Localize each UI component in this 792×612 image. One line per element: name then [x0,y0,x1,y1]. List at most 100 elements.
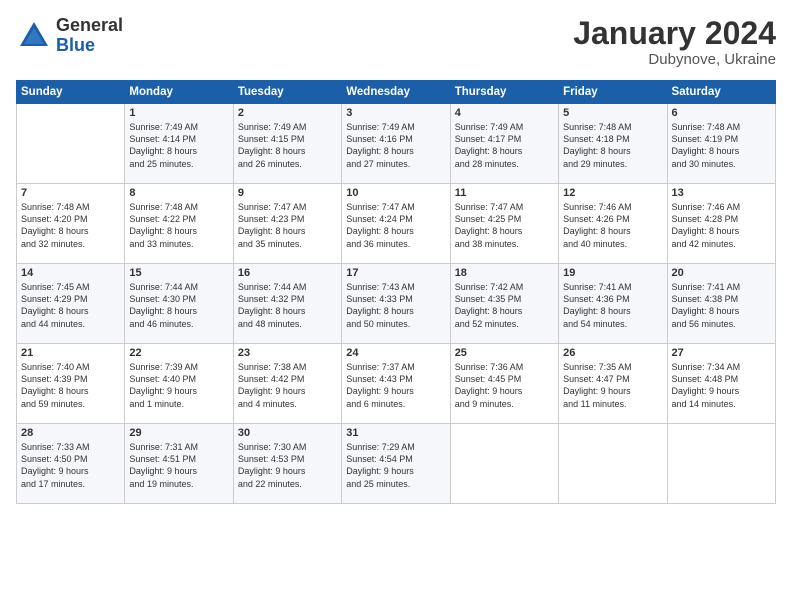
calendar-cell: 16 Sunrise: 7:44 AM Sunset: 4:32 PM Dayli… [233,264,341,344]
day-info: Sunrise: 7:34 AM Sunset: 4:48 PM Dayligh… [672,361,771,410]
calendar-cell: 1 Sunrise: 7:49 AM Sunset: 4:14 PM Daylig… [125,104,233,184]
header-row: SundayMondayTuesdayWednesdayThursdayFrid… [17,81,776,104]
day-number: 17 [346,267,445,279]
calendar-cell: 24 Sunrise: 7:37 AM Sunset: 4:43 PM Dayli… [342,344,450,424]
day-info: Sunrise: 7:30 AM Sunset: 4:53 PM Dayligh… [238,441,337,490]
header: General Blue January 2024 Dubynove, Ukra… [16,16,776,68]
day-number: 19 [563,267,662,279]
day-number: 26 [563,347,662,359]
calendar-cell [559,424,667,504]
weekday-header: Friday [559,81,667,104]
calendar-cell: 17 Sunrise: 7:43 AM Sunset: 4:33 PM Dayli… [342,264,450,344]
day-number: 15 [129,267,228,279]
day-info: Sunrise: 7:31 AM Sunset: 4:51 PM Dayligh… [129,441,228,490]
day-info: Sunrise: 7:40 AM Sunset: 4:39 PM Dayligh… [21,361,120,410]
calendar-week-row: 1 Sunrise: 7:49 AM Sunset: 4:14 PM Daylig… [17,104,776,184]
calendar-cell: 30 Sunrise: 7:30 AM Sunset: 4:53 PM Dayli… [233,424,341,504]
day-info: Sunrise: 7:29 AM Sunset: 4:54 PM Dayligh… [346,441,445,490]
month-title: January 2024 [573,16,776,51]
calendar-cell: 22Sunrise: 7:39 AM Sunset: 4:40 PM Dayli… [125,344,233,424]
calendar-cell: 26 Sunrise: 7:35 AM Sunset: 4:47 PM Dayli… [559,344,667,424]
location: Dubynove, Ukraine [573,51,776,68]
day-info: Sunrise: 7:44 AM Sunset: 4:32 PM Dayligh… [238,281,337,330]
logo-general-text: General [56,16,123,36]
weekday-header: Tuesday [233,81,341,104]
day-info: Sunrise: 7:49 AM Sunset: 4:17 PM Dayligh… [455,121,554,170]
calendar-cell: 25Sunrise: 7:36 AM Sunset: 4:45 PM Dayli… [450,344,558,424]
day-info: Sunrise: 7:42 AM Sunset: 4:35 PM Dayligh… [455,281,554,330]
day-info: Sunrise: 7:49 AM Sunset: 4:16 PM Dayligh… [346,121,445,170]
day-number: 7 [21,187,120,199]
day-info: Sunrise: 7:48 AM Sunset: 4:20 PM Dayligh… [21,201,120,250]
weekday-header: Monday [125,81,233,104]
day-number: 29 [129,427,228,439]
calendar-cell [450,424,558,504]
calendar-cell: 15 Sunrise: 7:44 AM Sunset: 4:30 PM Dayli… [125,264,233,344]
day-number: 16 [238,267,337,279]
day-number: 10 [346,187,445,199]
calendar-cell: 13Sunrise: 7:46 AM Sunset: 4:28 PM Dayli… [667,184,775,264]
calendar-cell: 4 Sunrise: 7:49 AM Sunset: 4:17 PM Daylig… [450,104,558,184]
day-number: 30 [238,427,337,439]
day-info: Sunrise: 7:39 AM Sunset: 4:40 PM Dayligh… [129,361,228,410]
day-number: 27 [672,347,771,359]
day-info: Sunrise: 7:49 AM Sunset: 4:14 PM Dayligh… [129,121,228,170]
weekday-header: Saturday [667,81,775,104]
day-number: 24 [346,347,445,359]
calendar-cell: 28Sunrise: 7:33 AM Sunset: 4:50 PM Dayli… [17,424,125,504]
day-number: 25 [455,347,554,359]
calendar-week-row: 7 Sunrise: 7:48 AM Sunset: 4:20 PM Daylig… [17,184,776,264]
calendar-cell: 12Sunrise: 7:46 AM Sunset: 4:26 PM Dayli… [559,184,667,264]
page-container: General Blue January 2024 Dubynove, Ukra… [0,0,792,512]
day-number: 13 [672,187,771,199]
day-info: Sunrise: 7:48 AM Sunset: 4:22 PM Dayligh… [129,201,228,250]
calendar-cell: 18 Sunrise: 7:42 AM Sunset: 4:35 PM Dayli… [450,264,558,344]
weekday-header: Thursday [450,81,558,104]
calendar-table: SundayMondayTuesdayWednesdayThursdayFrid… [16,80,776,504]
calendar-cell [17,104,125,184]
calendar-cell: 19Sunrise: 7:41 AM Sunset: 4:36 PM Dayli… [559,264,667,344]
day-info: Sunrise: 7:37 AM Sunset: 4:43 PM Dayligh… [346,361,445,410]
day-number: 5 [563,107,662,119]
calendar-week-row: 21 Sunrise: 7:40 AM Sunset: 4:39 PM Dayli… [17,344,776,424]
calendar-cell: 21 Sunrise: 7:40 AM Sunset: 4:39 PM Dayli… [17,344,125,424]
day-info: Sunrise: 7:43 AM Sunset: 4:33 PM Dayligh… [346,281,445,330]
day-number: 8 [129,187,228,199]
day-number: 6 [672,107,771,119]
day-number: 31 [346,427,445,439]
weekday-header: Wednesday [342,81,450,104]
day-number: 20 [672,267,771,279]
day-info: Sunrise: 7:47 AM Sunset: 4:25 PM Dayligh… [455,201,554,250]
day-info: Sunrise: 7:49 AM Sunset: 4:15 PM Dayligh… [238,121,337,170]
logo: General Blue [16,16,123,56]
day-number: 11 [455,187,554,199]
title-area: January 2024 Dubynove, Ukraine [573,16,776,68]
day-number: 2 [238,107,337,119]
logo-text: General Blue [56,16,123,56]
day-number: 23 [238,347,337,359]
calendar-cell: 10Sunrise: 7:47 AM Sunset: 4:24 PM Dayli… [342,184,450,264]
calendar-cell: 8 Sunrise: 7:48 AM Sunset: 4:22 PM Daylig… [125,184,233,264]
calendar-cell: 9Sunrise: 7:47 AM Sunset: 4:23 PM Daylig… [233,184,341,264]
calendar-cell: 7 Sunrise: 7:48 AM Sunset: 4:20 PM Daylig… [17,184,125,264]
calendar-week-row: 14Sunrise: 7:45 AM Sunset: 4:29 PM Dayli… [17,264,776,344]
day-number: 1 [129,107,228,119]
logo-icon [16,18,52,54]
day-number: 28 [21,427,120,439]
day-info: Sunrise: 7:48 AM Sunset: 4:19 PM Dayligh… [672,121,771,170]
day-info: Sunrise: 7:35 AM Sunset: 4:47 PM Dayligh… [563,361,662,410]
calendar-cell: 3Sunrise: 7:49 AM Sunset: 4:16 PM Daylig… [342,104,450,184]
calendar-cell: 23Sunrise: 7:38 AM Sunset: 4:42 PM Dayli… [233,344,341,424]
calendar-week-row: 28Sunrise: 7:33 AM Sunset: 4:50 PM Dayli… [17,424,776,504]
calendar-cell: 27 Sunrise: 7:34 AM Sunset: 4:48 PM Dayli… [667,344,775,424]
day-number: 21 [21,347,120,359]
logo-blue-text: Blue [56,36,123,56]
calendar-cell: 11 Sunrise: 7:47 AM Sunset: 4:25 PM Dayli… [450,184,558,264]
day-number: 18 [455,267,554,279]
day-info: Sunrise: 7:45 AM Sunset: 4:29 PM Dayligh… [21,281,120,330]
day-number: 4 [455,107,554,119]
calendar-cell: 2 Sunrise: 7:49 AM Sunset: 4:15 PM Daylig… [233,104,341,184]
day-info: Sunrise: 7:44 AM Sunset: 4:30 PM Dayligh… [129,281,228,330]
day-info: Sunrise: 7:47 AM Sunset: 4:23 PM Dayligh… [238,201,337,250]
day-info: Sunrise: 7:41 AM Sunset: 4:38 PM Dayligh… [672,281,771,330]
